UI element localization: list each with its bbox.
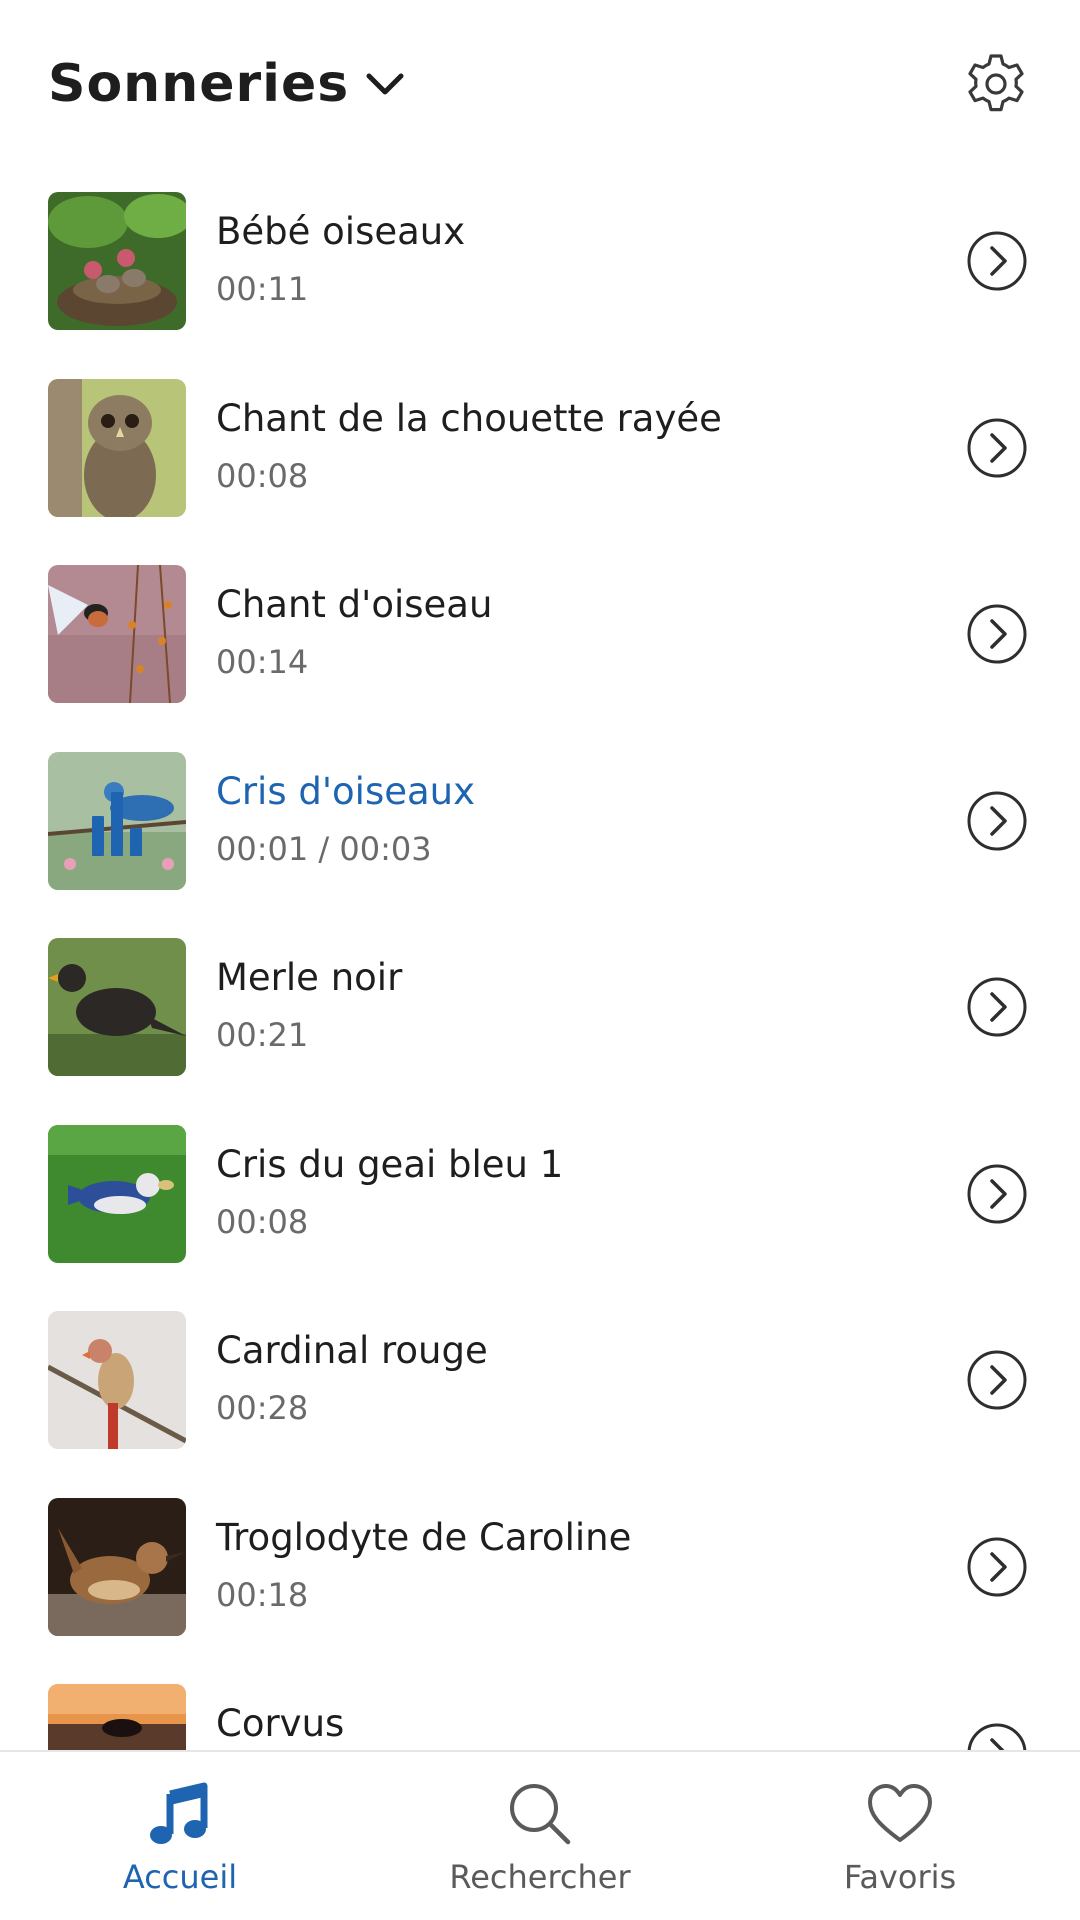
ringtone-row[interactable]: Cris du geai bleu 1 00:08 — [0, 1119, 1080, 1306]
ringtone-duration: 00:21 — [216, 1016, 309, 1054]
ringtone-title: Chant de la chouette rayée — [216, 396, 722, 440]
heart-icon — [868, 1784, 932, 1842]
music-note-icon — [150, 1782, 208, 1844]
chevron-right-circle-icon[interactable] — [966, 976, 1028, 1038]
ringtone-title: Troglodyte de Caroline — [216, 1515, 632, 1559]
nav-favorites-label: Favoris — [843, 1858, 957, 1896]
chevron-right-circle-icon[interactable] — [966, 417, 1028, 479]
ringtone-duration: 00:18 — [216, 1575, 309, 1614]
ringtone-row[interactable]: Merle noir 00:21 — [0, 932, 1080, 1119]
ringtone-thumbnail — [48, 378, 186, 517]
ringtone-thumbnail — [48, 751, 186, 890]
ringtone-title: Bébé oiseaux — [216, 210, 466, 253]
ringtone-thumbnail — [48, 1124, 186, 1263]
ringtone-title: Chant d'oiseau — [216, 583, 493, 626]
ringtone-title: Cardinal rouge — [216, 1329, 488, 1372]
ringtone-thumbnail — [48, 1311, 186, 1449]
ringtone-duration: 00:08 — [216, 456, 309, 495]
chevron-right-circle-icon[interactable] — [966, 1163, 1028, 1225]
ringtone-row[interactable]: Bébé oiseaux 00:11 — [0, 186, 1080, 373]
ringtone-title: Corvus — [216, 1702, 345, 1745]
ringtone-duration: 00:01 / 00:03 — [216, 829, 432, 868]
ringtone-thumbnail — [48, 192, 186, 330]
ringtone-row[interactable]: Cardinal rouge 00:28 — [0, 1305, 1080, 1492]
chevron-down-icon — [366, 73, 404, 95]
ringtone-row[interactable]: Troglodyte de Caroline 00:18 — [0, 1492, 1080, 1679]
nav-search[interactable]: Rechercher — [360, 1752, 720, 1920]
ringtone-title: Cris du geai bleu 1 — [216, 1142, 564, 1186]
ringtone-duration: 00:14 — [216, 643, 309, 681]
app-root: Sonneries Bébé oiseaux 00:11 Chant de la c… — [0, 0, 1080, 1920]
nav-search-label: Rechercher — [449, 1858, 631, 1896]
page-title: Sonneries — [48, 54, 350, 114]
category-dropdown[interactable]: Sonneries — [48, 52, 407, 116]
gear-icon[interactable] — [964, 52, 1028, 116]
ringtone-row[interactable]: Chant de la chouette rayée 00:08 — [0, 373, 1080, 560]
ringtone-list: Bébé oiseaux 00:11 Chant de la chouette ra… — [0, 186, 1080, 1865]
chevron-right-circle-icon[interactable] — [966, 603, 1028, 665]
ringtone-thumbnail — [48, 938, 186, 1076]
ringtone-duration: 00:11 — [216, 270, 309, 308]
ringtone-thumbnail — [48, 565, 186, 703]
ringtone-row[interactable]: Chant d'oiseau 00:14 — [0, 559, 1080, 746]
nav-home[interactable]: Accueil — [0, 1752, 360, 1920]
chevron-right-circle-icon[interactable] — [966, 1536, 1028, 1598]
ringtone-row[interactable]: Cris d'oiseaux 00:01 / 00:03 — [0, 746, 1080, 933]
search-icon — [510, 1784, 571, 1845]
ringtone-duration: 00:28 — [216, 1389, 309, 1427]
playing-equalizer-icon — [92, 791, 142, 856]
nav-favorites[interactable]: Favoris — [720, 1752, 1080, 1920]
ringtone-title: Cris d'oiseaux — [216, 769, 475, 813]
chevron-right-circle-icon[interactable] — [966, 1349, 1028, 1411]
nav-home-label: Accueil — [122, 1858, 238, 1896]
chevron-right-circle-icon[interactable] — [966, 790, 1028, 852]
ringtone-thumbnail — [48, 1497, 186, 1636]
bottom-nav: Accueil Rechercher Favoris — [0, 1750, 1080, 1920]
ringtone-duration: 00:08 — [216, 1202, 309, 1241]
header: Sonneries — [0, 0, 1080, 170]
ringtone-title: Merle noir — [216, 956, 403, 999]
chevron-right-circle-icon[interactable] — [966, 230, 1028, 292]
